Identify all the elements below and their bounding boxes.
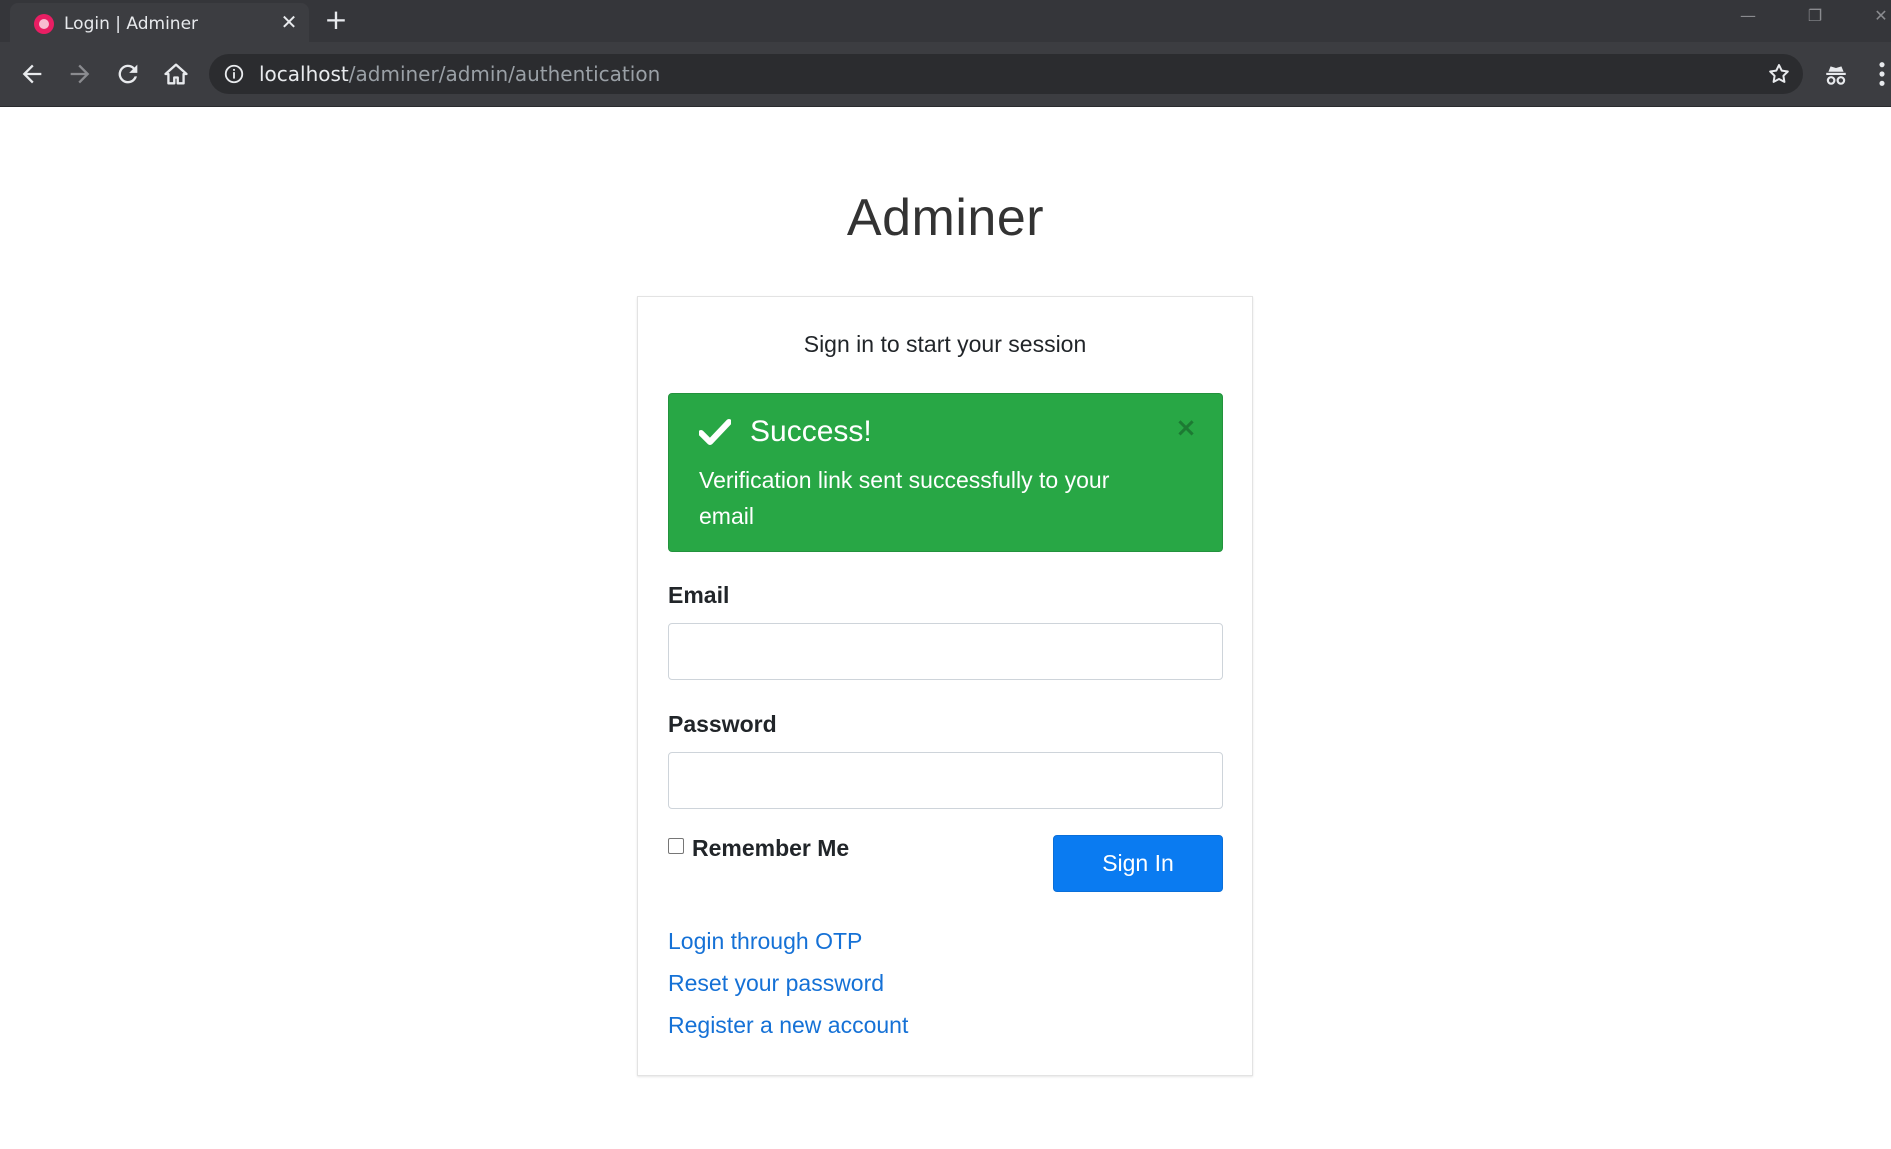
remember-me-checkbox[interactable] [668,837,684,854]
browser-menu-icon[interactable] [1876,60,1888,88]
check-icon [699,419,731,445]
login-box-message: Sign in to start your session [803,331,1087,357]
alert-message: Verification link sent successfully to y… [699,467,1110,529]
browser-toolbar: localhost/adminer/admin/authentication [0,42,1891,107]
login-otp-link[interactable]: Login through OTP [668,928,862,955]
new-tab-icon[interactable]: + [323,6,349,34]
login-card: Sign in to start your session Success! V… [637,296,1253,1076]
password-label: Password [668,711,777,737]
browser-tabstrip: Login | Adminer ✕ + — ❐ ✕ [0,0,1891,42]
success-alert: Success! Verification link sent successf… [668,393,1223,552]
tab-title: Login | Adminer [64,14,199,34]
sign-in-button[interactable]: Sign In [1053,835,1223,892]
remember-me: Remember Me [668,835,849,862]
remember-me-label[interactable]: Remember Me [692,835,849,862]
bookmark-star-icon[interactable] [1767,62,1791,86]
brand-logo-text[interactable]: Adminer [0,188,1891,248]
email-field[interactable] [668,623,1223,680]
url-path: /adminer/admin/authentication [348,62,661,86]
alert-title: Success! [750,415,872,448]
url-host: localhost [259,62,349,86]
reload-icon[interactable] [114,60,142,88]
window-minimize-icon[interactable]: — [1733,6,1763,25]
home-icon[interactable] [162,60,190,88]
url-text[interactable]: localhost/adminer/admin/authentication [259,62,660,86]
browser-tab[interactable]: Login | Adminer ✕ [10,3,309,42]
password-field[interactable] [668,752,1223,809]
reset-password-link[interactable]: Reset your password [668,970,884,997]
alert-close-icon[interactable]: × [1174,415,1198,441]
back-icon[interactable] [18,60,46,88]
favicon-icon [34,14,54,34]
window-close-icon[interactable]: ✕ [1866,6,1891,25]
email-label: Email [668,582,730,608]
info-icon[interactable] [223,63,245,85]
tab-close-icon[interactable]: ✕ [278,11,300,33]
address-bar[interactable]: localhost/adminer/admin/authentication [209,54,1803,94]
window-restore-icon[interactable]: ❐ [1800,6,1830,25]
forward-icon[interactable] [66,60,94,88]
incognito-profile-icon[interactable] [1823,62,1849,88]
register-link[interactable]: Register a new account [668,1012,908,1039]
